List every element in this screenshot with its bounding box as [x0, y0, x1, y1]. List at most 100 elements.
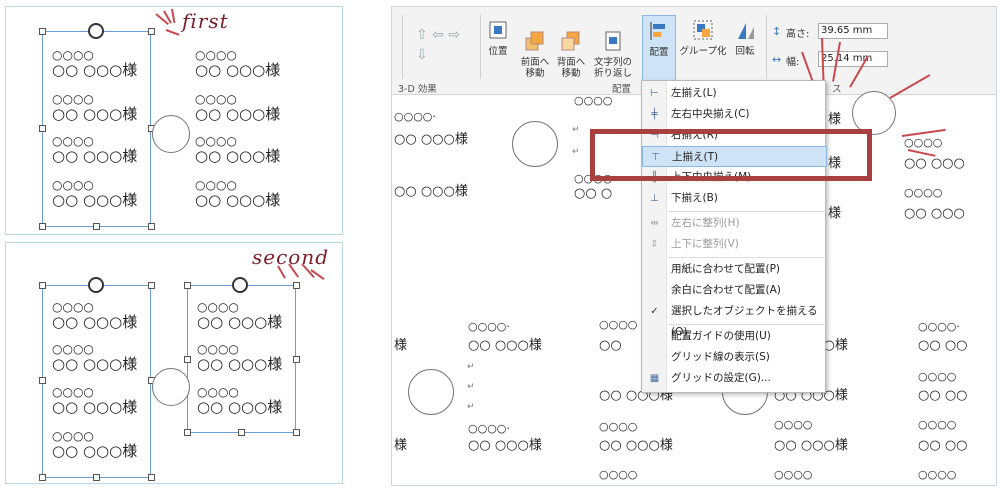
doc-text: ○○ ○○○ [904, 206, 965, 221]
circle-shape [152, 115, 190, 153]
doc-text: 様 [394, 338, 408, 353]
doc-text: ○○○○ [599, 420, 638, 433]
doc-text: ○○○○· [394, 110, 436, 123]
resize-handle[interactable] [39, 223, 46, 230]
resize-handle[interactable] [39, 282, 46, 289]
doc-text: ○○ ○ [574, 186, 613, 201]
doc-text: ○○ ○○ [918, 438, 968, 453]
ribbon-sep [766, 15, 767, 79]
panel-first: ○○○○ ○○ ○○○様 ○○○○ ○○ ○○○様 ○○○○ ○○ ○○○様 ○○○○… [5, 6, 343, 235]
group-label-size: ス [832, 84, 842, 95]
resize-handle[interactable] [39, 28, 46, 35]
word-window: ⇧ ⇦ ⇨ ⇩ 位置 前面へ 移動 背面へ 移動 文字列の 折り返し 配置 グルー… [391, 6, 997, 486]
doc-text: ○○ [599, 338, 622, 353]
doc-text: ○○○○ [904, 186, 943, 199]
menu-item-align-to-margin[interactable]: 余白に合わせて配置(A) [642, 280, 827, 301]
name-label: ○○○○ ○○ ○○○様 [52, 429, 138, 460]
3d-effects-icon: ⇧ ⇦ ⇨ ⇩ [416, 27, 461, 63]
name-label: ○○○○ ○○ ○○○様 [195, 178, 281, 209]
menu-item-use-guides[interactable]: 配置ガイドの使用(U) [642, 326, 827, 347]
resize-handle[interactable] [148, 474, 155, 481]
name-label: ○○○○ ○○ ○○○様 [52, 48, 138, 79]
wrap-text-button[interactable]: 文字列の 折り返し [590, 19, 636, 90]
doc-text: ○○ ○○ [918, 338, 968, 353]
position-button[interactable]: 位置 [484, 19, 512, 57]
align-button[interactable]: 配置 [642, 15, 676, 81]
name-label: ○○○○ ○○ ○○○様 [197, 385, 283, 416]
align-left-icon: ⊢ [650, 88, 659, 99]
menu-item-align-left[interactable]: ⊢ 左揃え(L) [642, 83, 827, 104]
position-icon [489, 21, 507, 39]
menu-item-align-to-page[interactable]: 用紙に合わせて配置(P) [642, 259, 827, 280]
resize-handle[interactable] [39, 125, 46, 132]
menu-item-align-selected[interactable]: ✓ 選択したオブジェクトを揃える(O) [642, 301, 827, 338]
name-label: ○○○○ ○○ ○○○様 [195, 92, 281, 123]
menu-separator [668, 211, 826, 212]
resize-handle[interactable] [93, 474, 100, 481]
name-label: ○○○○ ○○ ○○○様 [52, 178, 138, 209]
doc-text: 様 [828, 112, 842, 127]
send-backward-icon [561, 31, 580, 51]
align-bottom-icon: ⊥ [650, 193, 659, 204]
annotation-ray [171, 8, 176, 23]
rotate-handle[interactable] [232, 277, 248, 293]
resize-handle[interactable] [293, 282, 300, 289]
send-backward-button[interactable]: 背面へ 移動 [554, 19, 588, 90]
doc-text: ○○○○ [918, 370, 957, 383]
menu-item-align-bottom[interactable]: ⊥ 下揃え(B) [642, 188, 827, 209]
resize-handle[interactable] [148, 223, 155, 230]
resize-handle[interactable] [93, 223, 100, 230]
bring-forward-icon [525, 31, 544, 51]
ribbon-sep [480, 15, 481, 79]
doc-text: 様 [394, 438, 408, 453]
doc-text: ○○○○ [918, 418, 957, 431]
width-input[interactable]: 25.14 mm [818, 51, 888, 67]
resize-handle[interactable] [184, 429, 191, 436]
name-label: ○○○○ ○○ ○○○様 [52, 134, 138, 165]
resize-handle[interactable] [184, 282, 191, 289]
rotate-handle[interactable] [88, 23, 104, 39]
resize-handle[interactable] [39, 474, 46, 481]
doc-text: ○○○○· [468, 422, 510, 435]
menu-item-grid-settings[interactable]: ▦ グリッドの設定(G)... [642, 368, 827, 389]
circle-shape [152, 368, 190, 406]
doc-text: ○○○○· [918, 320, 960, 333]
resize-handle[interactable] [184, 356, 191, 363]
paragraph-mark: ↵ [572, 125, 580, 135]
rotate-button[interactable]: 回転 [730, 19, 760, 57]
menu-item-show-gridlines[interactable]: グリッド線の表示(S) [642, 347, 827, 368]
distribute-vertical-icon: ⇕ [650, 239, 659, 250]
doc-text: ○○○○ [918, 468, 957, 481]
menu-item-distribute-horizontal[interactable]: ⇹ 左右に整列(H) [642, 213, 827, 234]
panel-second: ○○○○ ○○ ○○○様 ○○○○ ○○ ○○○様 ○○○○ ○○ ○○○様 ○○○○… [5, 242, 343, 484]
width-icon: ↔ [772, 53, 782, 66]
grid-settings-icon: ▦ [649, 373, 660, 384]
align-icon [650, 22, 665, 40]
paragraph-mark: ↵ [467, 362, 475, 372]
distribute-horizontal-icon: ⇹ [650, 218, 659, 229]
paragraph-mark: ↵ [572, 147, 580, 157]
doc-text: ○○ ○○○ [904, 156, 965, 171]
group-label-arrange: 配置 [612, 84, 632, 95]
doc-text: ○○○○· [468, 320, 510, 333]
group-icon [693, 20, 713, 40]
resize-handle[interactable] [148, 28, 155, 35]
resize-handle[interactable] [293, 429, 300, 436]
menu-item-align-center[interactable]: ╪ 左右中央揃え(C) [642, 104, 827, 125]
height-input[interactable]: 39.65 mm [818, 23, 888, 39]
bring-forward-button[interactable]: 前面へ 移動 [518, 19, 552, 90]
menu-item-distribute-vertical[interactable]: ⇕ 上下に整列(V) [642, 234, 827, 255]
ribbon-sep [402, 15, 403, 79]
resize-handle[interactable] [238, 429, 245, 436]
width-label: 幅: [786, 57, 800, 68]
rotate-handle[interactable] [88, 277, 104, 293]
doc-text: ○○○○ [574, 94, 613, 107]
doc-text: ○○ ○○○様 [394, 132, 468, 147]
resize-handle[interactable] [293, 356, 300, 363]
menu-separator [668, 324, 826, 325]
resize-handle[interactable] [39, 377, 46, 384]
align-dropdown-menu: ⊢ 左揃え(L) ╪ 左右中央揃え(C) ⊣ 右揃え(R) ⊤ 上揃え(T) ╫ 上下中央… [641, 80, 827, 393]
group-button[interactable]: グループ化 [678, 19, 728, 57]
doc-text: ○○○○ [774, 418, 813, 431]
resize-handle[interactable] [148, 282, 155, 289]
